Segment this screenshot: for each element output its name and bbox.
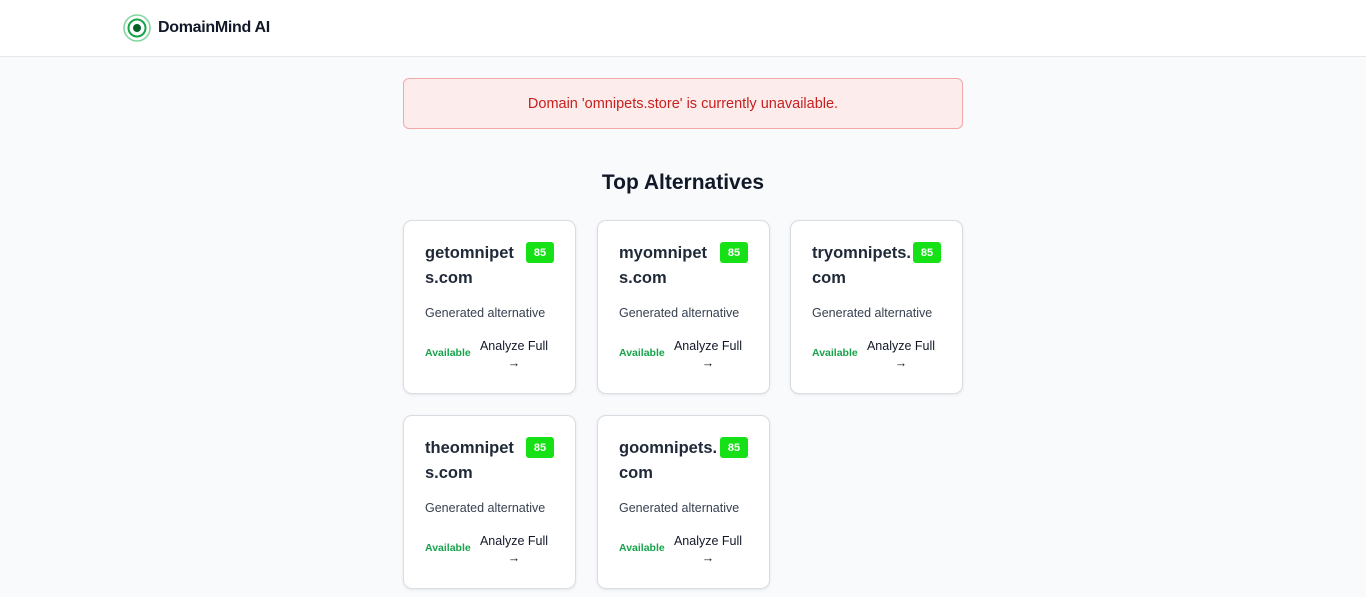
- section-title: Top Alternatives: [601, 171, 765, 194]
- card-description: Generated alternative: [812, 306, 933, 320]
- score-badge: 85: [720, 437, 748, 458]
- card-domain: getomnipets.com: [425, 244, 514, 287]
- score-badge: 85: [913, 242, 941, 263]
- availability-status: Available: [619, 347, 665, 359]
- card-domain: myomnipets.com: [619, 244, 708, 287]
- score-badge: 85: [526, 242, 554, 263]
- alternative-card: getomnipets.com 85 Generated alternative…: [403, 220, 576, 394]
- availability-status: Available: [425, 542, 471, 554]
- score-badge: 85: [526, 437, 554, 458]
- unavailable-alert: Domain 'omnipets.store' is currently una…: [403, 78, 963, 129]
- card-domain: theomnipets.com: [425, 439, 514, 482]
- card-description: Generated alternative: [619, 501, 740, 515]
- radar-target-icon: [123, 14, 151, 42]
- analyze-full-button[interactable]: Analyze Full →: [861, 338, 941, 372]
- card-domain: tryomnipets.com: [812, 244, 912, 287]
- score-badge: 85: [720, 242, 748, 263]
- analyze-full-button[interactable]: Analyze Full →: [474, 338, 554, 372]
- alternative-card: tryomnipets.com 85 Generated alternative…: [790, 220, 963, 394]
- availability-status: Available: [619, 542, 665, 554]
- availability-status: Available: [425, 347, 471, 359]
- card-description: Generated alternative: [425, 501, 546, 515]
- availability-status: Available: [812, 347, 858, 359]
- analyze-full-button[interactable]: Analyze Full →: [668, 338, 748, 372]
- analyze-full-button[interactable]: Analyze Full →: [668, 533, 748, 567]
- card-description: Generated alternative: [619, 306, 740, 320]
- alert-message: Domain 'omnipets.store' is currently una…: [527, 95, 839, 112]
- alternative-card: goomnipets.com 85 Generated alternative …: [597, 415, 770, 589]
- alternative-card: myomnipets.com 85 Generated alternative …: [597, 220, 770, 394]
- alternative-card: theomnipets.com 85 Generated alternative…: [403, 415, 576, 589]
- analyze-full-button[interactable]: Analyze Full →: [474, 533, 554, 567]
- card-domain: goomnipets.com: [619, 439, 718, 482]
- brand-name: DomainMind AI: [158, 19, 270, 36]
- card-description: Generated alternative: [425, 306, 546, 320]
- brand-home-link[interactable]: DomainMind AI: [123, 14, 270, 42]
- top-navbar: DomainMind AI: [0, 0, 1366, 57]
